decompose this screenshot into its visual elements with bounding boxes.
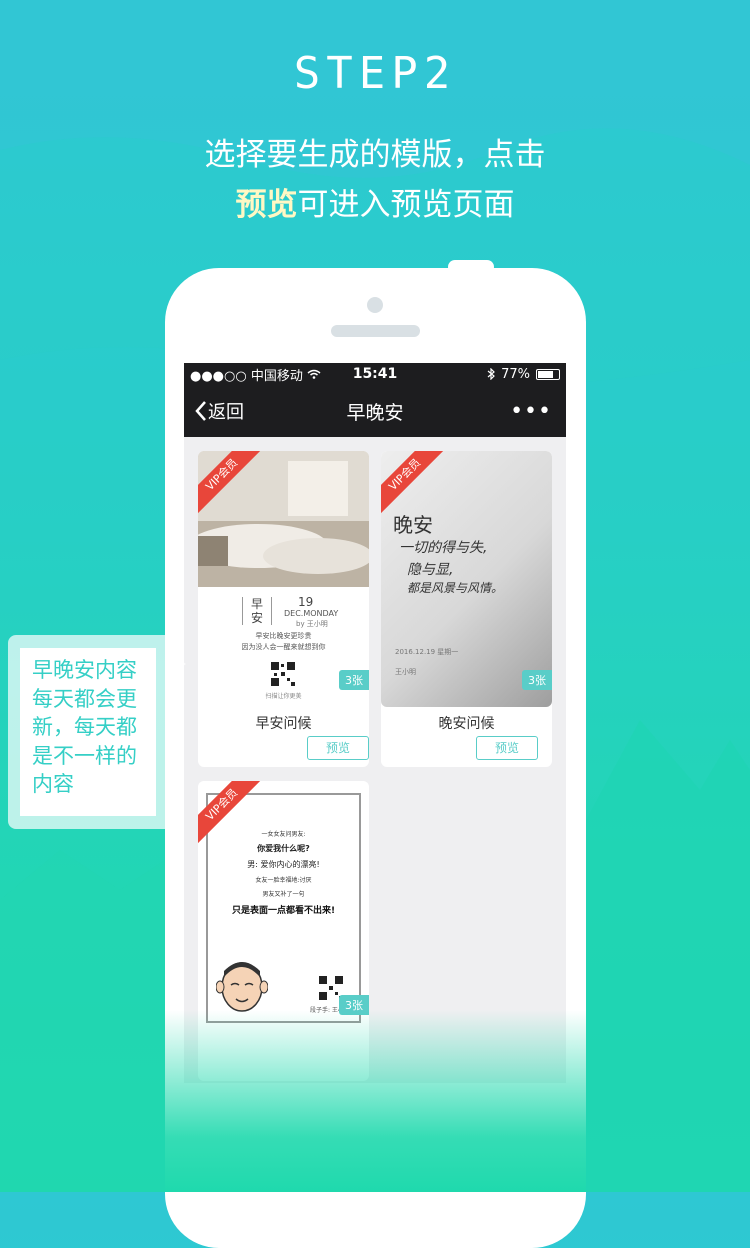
thumb-l4: 女友一脸幸福地:讨厌 [255,877,312,884]
thumb-line2: 因为没人会一醒来就想到你 [241,643,326,651]
thumb-l2: 你爱我什么呢? [257,844,310,853]
card-title: 晚安问候 [438,716,495,732]
status-carrier: ●●●○○ 中国移动 [190,365,321,384]
intro-line-2-rest: 可进入预览页面 [297,187,515,223]
phone-speaker [331,325,420,337]
intro-line-1: 选择要生成的模版，点击 [204,137,546,173]
chevron-left-icon [195,401,206,421]
cartoon-face [216,962,268,1012]
thumb-author: 王小明 [395,668,416,676]
intro-highlight: 预览 [235,187,298,223]
qr-code-icon [270,661,296,687]
phone-camera [367,297,383,313]
logo-morning: 早安 [242,597,272,625]
card-thumbnail: 晚安 一切的得与失, 隐与显, 都是风景与风情。 2016.12.19 星期一 … [381,451,552,707]
carrier-label: ●●●○○ 中国移动 [190,368,303,384]
intro-text: 选择要生成的模版，点击 预览可进入预览页面 [0,130,750,230]
thumb-scan-text: 扫描让你更美 [265,693,302,700]
bluetooth-icon [487,368,495,380]
thumb-line1: 一切的得与失, [399,540,488,556]
more-button[interactable]: ••• [510,399,566,424]
callout-text: 早晚安内容每天都会更新，每天都是不一样的内容 [32,658,137,796]
thumb-line2: 隐与显, [407,562,454,578]
battery-icon [536,368,560,380]
thumb-l6: 只是表面一点都看不出来! [231,906,336,916]
step-title: STEP2 [293,48,457,99]
back-label: 返回 [208,402,244,423]
thumb-heading: 晚安 [393,513,433,537]
thumb-line3: 都是风景与风情。 [407,581,504,595]
wifi-icon [307,369,321,379]
battery-percent: 77% [501,366,530,382]
status-right: 77% [487,367,560,382]
thumb-date-line: DEC.MONDAY [284,609,339,618]
count-badge: 3张 [339,670,369,690]
template-card-night[interactable]: 晚安 一切的得与失, 隐与显, 都是风景与风情。 2016.12.19 星期一 … [381,451,552,767]
count-badge: 3张 [522,670,552,690]
callout-arrow [166,650,186,678]
card-thumbnail: 早安 19 DEC.MONDAY by 王小明 早安比晚安更珍贵 因为没人会一醒… [198,451,369,707]
bottom-fade [165,1010,586,1192]
back-button[interactable]: 返回 [184,398,244,424]
preview-button[interactable]: 预览 [476,736,538,760]
thumb-day: 19 [298,595,314,609]
thumb-l3: 男: 爱你内心的漂亮! [247,860,320,869]
thumb-line1: 早安比晚安更珍贵 [255,632,312,640]
template-card-morning[interactable]: 早安 19 DEC.MONDAY by 王小明 早安比晚安更珍贵 因为没人会一醒… [198,451,369,767]
thumb-l5: 男友又补了一句 [262,891,305,898]
preview-button[interactable]: 预览 [307,736,369,760]
intro-line-2: 预览可进入预览页面 [0,180,750,230]
phone-screen: ●●●○○ 中国移动 15:41 77% 返回 早晚安 ••• 早 安 19 D… [184,363,566,1083]
thumb-author: by 王小明 [296,620,328,628]
card-title: 早安问候 [255,716,312,732]
status-bar: ●●●○○ 中国移动 15:41 77% [184,363,566,385]
nav-bar: 返回 早晚安 ••• [184,385,566,437]
thumb-date: 2016.12.19 星期一 [395,648,459,656]
thumb-l1: 一女女友问男友: [261,831,306,838]
